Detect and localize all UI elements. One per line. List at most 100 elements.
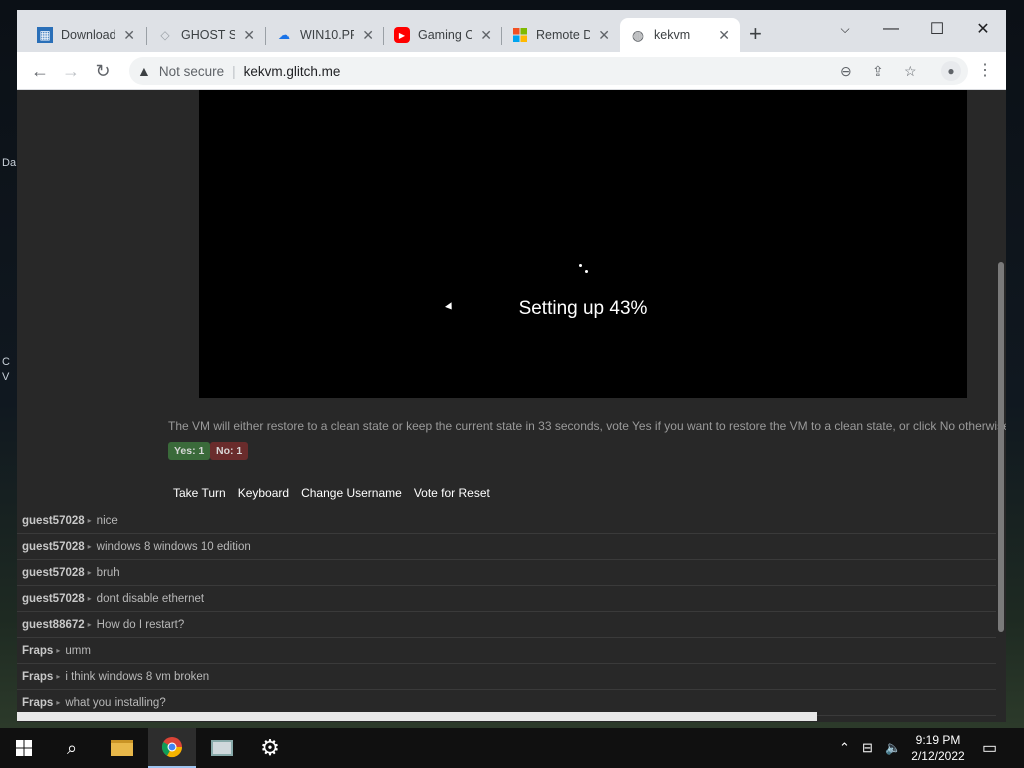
tab-remote-desktop[interactable]: Remote D ✕: [502, 18, 620, 52]
chat-text: i think windows 8 vm broken: [65, 670, 210, 683]
vm-action-bar: Take Turn Keyboard Change Username Vote …: [173, 486, 490, 500]
minimize-icon[interactable]: —: [868, 14, 914, 44]
close-tab-icon[interactable]: ✕: [480, 27, 492, 44]
chevron-right-icon: ▸: [56, 646, 61, 655]
tab-ghost-sp[interactable]: ◇ GHOST SP ✕: [147, 18, 265, 52]
tab-win10[interactable]: ☁ WIN10.PR ✕: [266, 18, 384, 52]
close-tab-icon[interactable]: ✕: [718, 27, 730, 44]
desktop-icon-label[interactable]: V: [2, 371, 9, 383]
start-button[interactable]: [0, 728, 48, 768]
keyboard-button[interactable]: Keyboard: [238, 486, 289, 500]
desktop-icon-label[interactable]: C: [2, 356, 10, 368]
tab-search-icon[interactable]: ⌵: [822, 14, 868, 44]
network-icon[interactable]: ⊟: [862, 728, 873, 768]
tab-download[interactable]: ▦ Download ✕: [27, 18, 145, 52]
chat-username: guest57028: [22, 566, 85, 579]
forward-icon[interactable]: →: [58, 58, 84, 84]
cloud-icon: ☁: [278, 28, 290, 42]
vote-no-button[interactable]: No: 1: [210, 442, 249, 460]
chat-username: guest88672: [22, 618, 85, 631]
warning-icon[interactable]: ▲: [137, 63, 151, 79]
close-tab-icon[interactable]: ✕: [243, 27, 255, 44]
chevron-right-icon: ▸: [56, 698, 61, 707]
close-window-icon[interactable]: ✕: [960, 14, 1006, 44]
tab-label: Gaming C: [418, 28, 473, 42]
chevron-right-icon: ▸: [87, 620, 92, 629]
profile-avatar-icon[interactable]: ●: [941, 61, 961, 81]
close-tab-icon[interactable]: ✕: [598, 27, 610, 44]
windows-logo-icon: [512, 27, 528, 43]
new-tab-button[interactable]: +: [749, 23, 762, 45]
chart-icon: ▦: [37, 27, 53, 43]
security-label[interactable]: Not secure: [159, 64, 224, 79]
file-explorer-icon[interactable]: [98, 728, 146, 768]
zoom-icon[interactable]: ⊖: [840, 57, 852, 85]
chevron-right-icon: ▸: [56, 672, 61, 681]
chat-text: dont disable ethernet: [96, 592, 205, 605]
more-menu-icon[interactable]: ⋮: [977, 60, 993, 80]
share-icon[interactable]: ⇪: [872, 57, 884, 85]
vm-status-text: Setting up 43%: [518, 298, 648, 319]
system-clock[interactable]: 9:19 PM 2/12/2022: [906, 732, 970, 764]
notification-icon[interactable]: ▭: [982, 728, 997, 768]
diamond-icon: ◇: [160, 28, 170, 42]
clock-time: 9:19 PM: [915, 733, 961, 747]
tab-label: Remote D: [536, 28, 591, 42]
desktop-icon-label[interactable]: Da: [2, 157, 16, 169]
url-text[interactable]: kekvm.glitch.me: [244, 64, 341, 79]
reload-icon[interactable]: ↻: [90, 58, 116, 84]
chat-text: nice: [96, 514, 118, 527]
tab-kekvm[interactable]: ◍ kekvm ✕: [620, 18, 740, 52]
vote-message: The VM will either restore to a clean st…: [168, 419, 1006, 433]
chat-text: windows 8 windows 10 edition: [96, 540, 251, 553]
volume-muted-icon[interactable]: 🔈: [885, 728, 901, 768]
tab-label: GHOST SP: [181, 28, 236, 42]
browser-window: ▦ Download ✕ ◇ GHOST SP ✕ ☁ WIN10.PR ✕ ▶…: [17, 10, 1006, 722]
chevron-right-icon: ▸: [87, 516, 92, 525]
chat-log: guest57028 ▸ nice guest57028 ▸ windows 8 win…: [17, 508, 996, 716]
bookmark-star-icon[interactable]: ☆: [904, 57, 917, 85]
chat-message: Fraps ▸ umm: [17, 638, 996, 664]
vm-display[interactable]: Setting up 43%: [199, 90, 967, 398]
windows-logo-icon: [16, 740, 32, 756]
chrome-icon[interactable]: [148, 728, 196, 768]
maximize-icon[interactable]: ☐: [914, 14, 960, 44]
tab-label: WIN10.PR: [300, 28, 355, 42]
chat-text: How do I restart?: [96, 618, 185, 631]
chevron-right-icon: ▸: [87, 542, 92, 551]
chat-message: guest88672 ▸ How do I restart?: [17, 612, 996, 638]
tab-strip: ▦ Download ✕ ◇ GHOST SP ✕ ☁ WIN10.PR ✕ ▶…: [17, 10, 1006, 52]
chat-text: bruh: [96, 566, 120, 579]
chevron-up-icon[interactable]: ⌃: [839, 728, 850, 768]
address-divider: |: [232, 63, 236, 79]
search-icon[interactable]: ⌕: [48, 728, 96, 768]
taskbar: ⌕ ⚙ ⌃ ⊟ 🔈 9:19 PM 2/12/2022 ▭: [0, 728, 1024, 768]
chat-username: Fraps: [22, 644, 54, 657]
settings-gear-icon[interactable]: ⚙: [246, 728, 294, 768]
close-tab-icon[interactable]: ✕: [123, 27, 135, 44]
remote-desktop-icon[interactable]: [198, 728, 246, 768]
vote-yes-button[interactable]: Yes: 1: [168, 442, 211, 460]
address-bar[interactable]: ▲ Not secure | kekvm.glitch.me ⊖ ⇪ ☆: [129, 57, 968, 85]
change-username-button[interactable]: Change Username: [301, 486, 402, 500]
tab-gaming[interactable]: ▶ Gaming C ✕: [384, 18, 502, 52]
vote-for-reset-button[interactable]: Vote for Reset: [414, 486, 490, 500]
page-content: Setting up 43% The VM will either restor…: [17, 90, 1006, 722]
horizontal-scrollbar[interactable]: [17, 712, 817, 721]
tab-label: Download: [61, 28, 116, 42]
globe-icon: ◍: [631, 26, 645, 43]
chat-message: Fraps ▸ i think windows 8 vm broken: [17, 664, 996, 690]
chat-username: guest57028: [22, 592, 85, 605]
close-tab-icon[interactable]: ✕: [362, 27, 374, 44]
chat-username: guest57028: [22, 514, 85, 527]
browser-toolbar: ← → ↻ ▲ Not secure | kekvm.glitch.me ⊖ ⇪…: [17, 52, 1006, 90]
vertical-scrollbar[interactable]: [998, 262, 1004, 632]
loading-spinner-icon: [577, 262, 591, 276]
chat-message: guest57028 ▸ windows 8 windows 10 edition: [17, 534, 996, 560]
youtube-icon: ▶: [394, 27, 410, 43]
chat-text: what you installing?: [65, 696, 166, 709]
take-turn-button[interactable]: Take Turn: [173, 486, 226, 500]
back-icon[interactable]: ←: [27, 58, 53, 84]
chat-message: guest57028 ▸ dont disable ethernet: [17, 586, 996, 612]
chevron-right-icon: ▸: [87, 594, 92, 603]
